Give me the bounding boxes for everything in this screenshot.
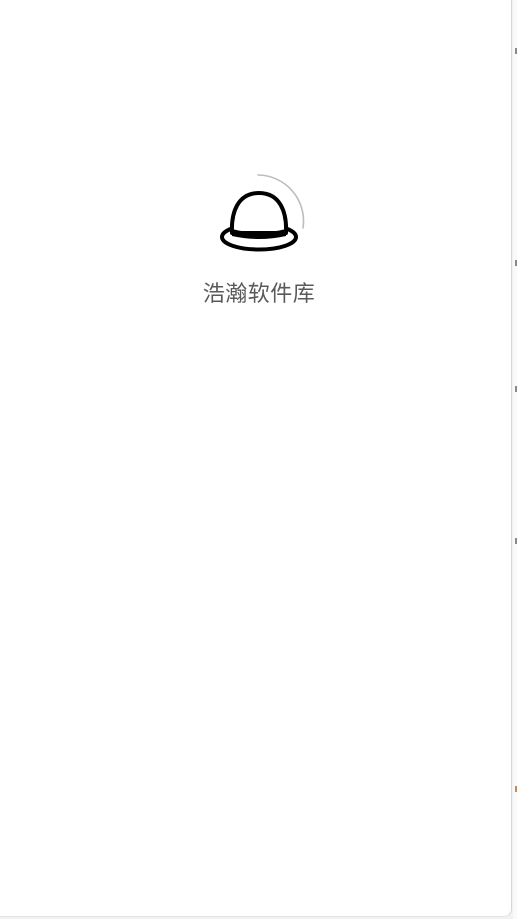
app-name-label: 浩瀚软件库	[202, 282, 316, 307]
bowler-hat-icon	[220, 174, 305, 252]
app-window: 浩瀚软件库	[0, 0, 512, 917]
hat-crown	[229, 191, 289, 235]
window-edge	[513, 0, 517, 919]
app-logo	[214, 172, 308, 256]
splash-screen: 浩瀚软件库	[0, 170, 511, 320]
